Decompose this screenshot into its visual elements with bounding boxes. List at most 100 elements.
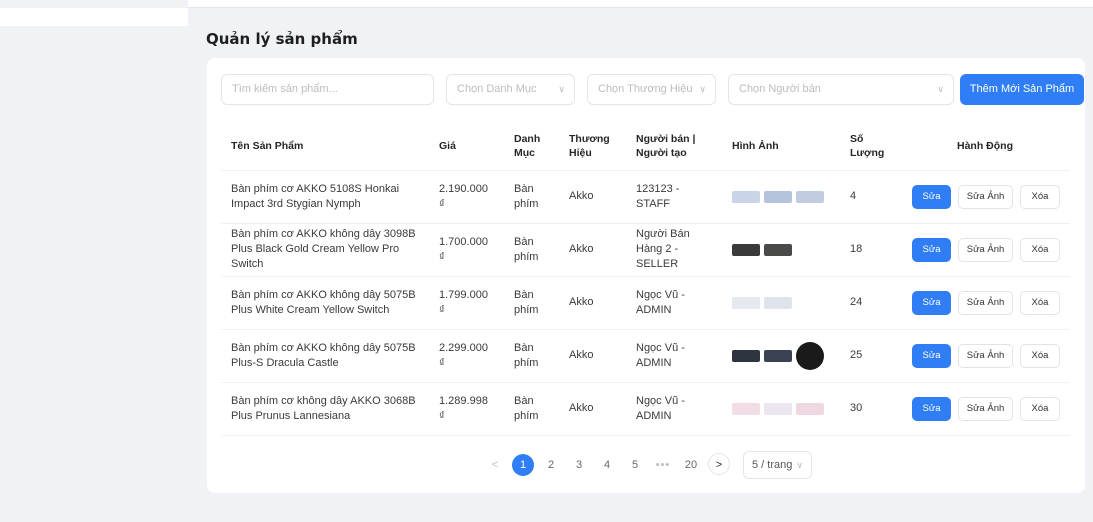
brand-select-placeholder: Chọn Thương Hiệu [598,83,693,95]
product-quantity: 4 [840,170,900,224]
product-name: Bàn phím cơ không dây AKKO 3068B Plus Pr… [221,382,429,436]
seller-select-placeholder: Chọn Người bán [739,83,821,95]
pagination-ellipsis[interactable]: ••• [649,453,677,477]
thumbnail-list [732,402,830,415]
product-actions: Sửa Sửa Ảnh Xóa [900,382,1070,436]
header-images: Hình Ảnh [722,122,840,171]
product-seller: Ngọc Vũ - ADMIN [626,382,722,436]
category-select[interactable]: Chọn Danh Mục ∨ [446,74,575,105]
delete-button[interactable]: Xóa [1020,184,1060,209]
add-product-button[interactable]: Thêm Mới Sản Phẩm [960,74,1084,105]
product-thumbnail [764,243,792,256]
brand-select[interactable]: Chọn Thương Hiệu ∨ [587,74,716,105]
header-brand: Thương Hiệu [559,122,626,171]
edit-image-button[interactable]: Sửa Ảnh [958,343,1013,368]
page-size-label: 5 / trang [752,459,793,471]
table-header-row: Tên Sản Phẩm Giá Danh Mục Thương Hiệu Ng… [221,122,1070,171]
product-thumbnail [732,402,760,415]
edit-button[interactable]: Sửa [912,237,951,262]
product-quantity: 24 [840,276,900,330]
page-title: Quản lý sản phẩm [206,30,358,48]
edit-button[interactable]: Sửa [912,396,951,421]
search-input[interactable]: Tìm kiếm sản phẩm... [221,74,434,105]
header-name: Tên Sản Phẩm [221,122,429,171]
product-brand: Akko [559,329,626,383]
chevron-down-icon: ∨ [796,460,803,470]
product-quantity: 30 [840,382,900,436]
product-name: Bàn phím cơ AKKO không dây 5075B Plus Wh… [221,276,429,330]
table-row: Bàn phím cơ AKKO 5108S Honkai Impact 3rd… [221,170,1070,224]
pagination-prev[interactable]: < [481,453,509,477]
product-price: 1.799.000 ₫ [429,276,504,330]
product-category: Bàn phím [504,170,559,224]
header-category: Danh Mục [504,122,559,171]
product-thumbnail [732,296,760,309]
product-seller: Ngọc Vũ - ADMIN [626,329,722,383]
product-actions: Sửa Sửa Ảnh Xóa [900,223,1070,277]
delete-button[interactable]: Xóa [1020,290,1060,315]
product-category: Bàn phím [504,276,559,330]
pagination-page[interactable]: 4 [593,453,621,477]
thumbnail-list [732,296,830,309]
product-price: 2.299.000 ₫ [429,329,504,383]
header-seller: Người bán | Người tạo [626,122,722,171]
table-row: Bàn phím cơ AKKO không dây 5075B Plus Wh… [221,276,1070,330]
product-thumbnail [764,296,792,309]
delete-button[interactable]: Xóa [1020,396,1060,421]
edit-button[interactable]: Sửa [912,184,951,209]
thumbnail-list [732,190,830,203]
pagination-next[interactable]: > [705,453,733,477]
delete-button[interactable]: Xóa [1020,343,1060,368]
pagination-page-label: 1 [512,454,534,476]
product-name: Bàn phím cơ AKKO không dây 3098B Plus Bl… [221,223,429,277]
pagination-page[interactable]: 1 [509,453,537,477]
seller-select[interactable]: Chọn Người bán ∨ [728,74,954,105]
chevron-down-icon: ∨ [937,84,944,94]
filter-bar: Tìm kiếm sản phẩm... Chọn Danh Mục ∨ Chọ… [221,74,1084,105]
product-name: Bàn phím cơ AKKO 5108S Honkai Impact 3rd… [221,170,429,224]
table-row: Bàn phím cơ AKKO không dây 5075B Plus-S … [221,329,1070,383]
top-bar [188,0,1093,8]
product-brand: Akko [559,170,626,224]
pagination-page[interactable]: 5 [621,453,649,477]
thumbnail-list [732,243,830,256]
product-thumbnail [764,349,792,362]
chevron-right-icon: > [708,453,730,475]
sidebar [0,8,188,26]
product-brand: Akko [559,382,626,436]
product-category: Bàn phím [504,223,559,277]
edit-button[interactable]: Sửa [912,290,951,315]
product-brand: Akko [559,276,626,330]
product-seller: Ngọc Vũ - ADMIN [626,276,722,330]
edit-image-button[interactable]: Sửa Ảnh [958,290,1013,315]
product-category: Bàn phím [504,329,559,383]
product-actions: Sửa Sửa Ảnh Xóa [900,329,1070,383]
table-row: Bàn phím cơ không dây AKKO 3068B Plus Pr… [221,382,1070,436]
pagination-page[interactable]: 3 [565,453,593,477]
pagination-page[interactable]: 2 [537,453,565,477]
pagination-page-last[interactable]: 20 [677,453,705,477]
product-thumbnail [732,190,760,203]
product-images [722,382,840,436]
product-seller: 123123 - STAFF [626,170,722,224]
edit-button[interactable]: Sửa [912,343,951,368]
header-price: Giá [429,122,504,171]
product-thumbnail [764,190,792,203]
edit-image-button[interactable]: Sửa Ảnh [958,237,1013,262]
table-row: Bàn phím cơ AKKO không dây 3098B Plus Bl… [221,223,1070,277]
delete-button[interactable]: Xóa [1020,237,1060,262]
product-thumbnail [732,349,760,362]
edit-image-button[interactable]: Sửa Ảnh [958,396,1013,421]
product-thumbnail [796,341,824,370]
product-images [722,223,840,277]
edit-image-button[interactable]: Sửa Ảnh [958,184,1013,209]
product-seller: Người Bán Hàng 2 - SELLER [626,223,722,277]
page-size-select[interactable]: 5 / trang ∨ [743,451,812,479]
chevron-down-icon: ∨ [558,84,565,94]
product-images [722,329,840,383]
header-actions: Hành Động [900,122,1070,171]
product-card: Tìm kiếm sản phẩm... Chọn Danh Mục ∨ Chọ… [207,58,1085,493]
product-quantity: 25 [840,329,900,383]
product-thumbnail [796,190,824,203]
product-price: 1.700.000 ₫ [429,223,504,277]
